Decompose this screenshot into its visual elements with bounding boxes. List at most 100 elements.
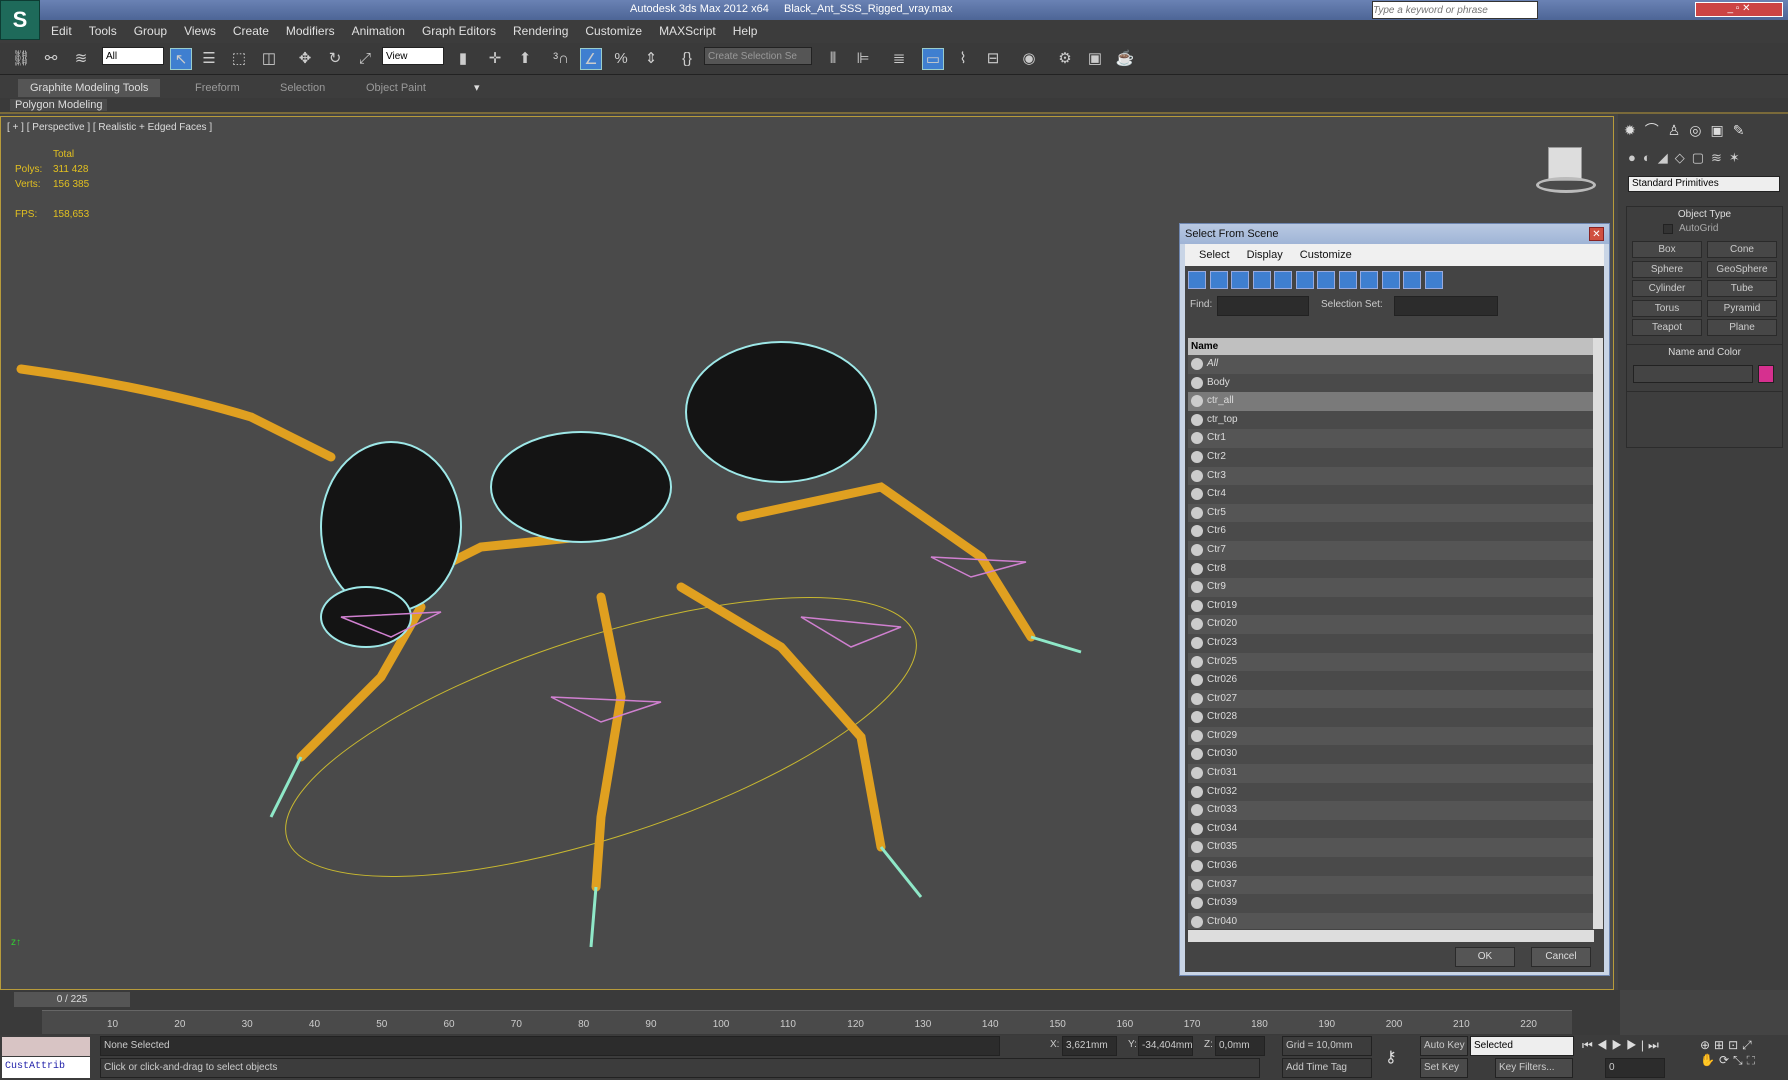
type-filter-icon[interactable] xyxy=(1252,271,1271,289)
create-cylinder-button[interactable]: Cylinder xyxy=(1632,280,1702,297)
x-coordinate[interactable]: 3,621mm xyxy=(1062,1036,1117,1056)
list-item[interactable]: ctr_top xyxy=(1188,410,1594,430)
tab-selection[interactable]: Selection xyxy=(268,79,337,97)
vertical-scrollbar[interactable] xyxy=(1593,338,1603,929)
tab-object-paint[interactable]: Object Paint xyxy=(354,79,438,97)
menu-graph-editors[interactable]: Graph Editors xyxy=(422,20,496,43)
tab-graphite-modeling-tools[interactable]: Graphite Modeling Tools xyxy=(18,79,161,97)
rendered-frame-icon[interactable]: ▣ xyxy=(1084,48,1106,70)
time-slider[interactable]: 0 / 225 xyxy=(14,992,130,1007)
playback-controls[interactable]: ⏮◀▶▶|⏭ xyxy=(1582,1038,1663,1053)
auto-key-button[interactable]: Auto Key xyxy=(1420,1036,1468,1056)
type-filter-icon[interactable] xyxy=(1231,271,1249,289)
list-item[interactable]: Ctr035 xyxy=(1188,838,1594,857)
set-key-button[interactable]: Set Key xyxy=(1420,1058,1468,1078)
list-item[interactable]: Ctr027 xyxy=(1188,690,1594,709)
type-filter-icon[interactable] xyxy=(1338,271,1357,289)
key-icon[interactable]: ⚷ xyxy=(1385,1047,1397,1067)
create-geosphere-button[interactable]: GeoSphere xyxy=(1707,260,1777,278)
list-item[interactable]: Ctr039 xyxy=(1188,894,1594,913)
z-coordinate[interactable]: 0,0mm xyxy=(1215,1036,1265,1056)
list-item[interactable]: Body xyxy=(1188,373,1594,393)
select-by-name-icon[interactable]: ☰ xyxy=(198,48,220,70)
maxscript-listener[interactable] xyxy=(2,1037,90,1056)
menu-customize[interactable]: Customize xyxy=(585,20,642,43)
reference-coordinate-dropdown[interactable]: View xyxy=(382,47,444,65)
schematic-view-icon[interactable]: ⊟ xyxy=(982,48,1004,70)
type-filter-icon[interactable] xyxy=(1317,271,1335,289)
selection-set-dropdown[interactable] xyxy=(1394,296,1498,316)
list-item[interactable]: Ctr6 xyxy=(1188,522,1594,541)
graphite-toggle-icon[interactable]: ▭ xyxy=(922,48,944,70)
list-item[interactable]: Ctr033 xyxy=(1188,801,1594,820)
menu-group[interactable]: Group xyxy=(134,20,167,43)
list-item[interactable]: Ctr2 xyxy=(1188,447,1594,467)
list-item[interactable]: Ctr026 xyxy=(1188,671,1594,690)
spinner-snap-icon[interactable]: ⇕ xyxy=(640,48,662,70)
list-item[interactable]: Ctr020 xyxy=(1188,615,1594,634)
angle-snap-icon[interactable]: ∠ xyxy=(580,48,602,70)
maxscript-input[interactable]: CustAttrib xyxy=(2,1057,90,1078)
list-item[interactable]: All xyxy=(1188,355,1594,374)
percent-snap-icon[interactable]: % xyxy=(610,48,632,70)
list-item[interactable]: Ctr3 xyxy=(1188,467,1594,486)
type-filter-icon[interactable] xyxy=(1295,271,1314,289)
list-item[interactable]: Ctr037 xyxy=(1188,876,1594,895)
list-item[interactable]: Ctr019 xyxy=(1188,596,1594,616)
list-item[interactable]: Ctr032 xyxy=(1188,782,1594,802)
primitive-category-dropdown[interactable]: Standard Primitives xyxy=(1628,176,1780,192)
type-filter-icon[interactable] xyxy=(1360,271,1378,289)
window-crossing-icon[interactable]: ◫ xyxy=(258,48,280,70)
menu-tools[interactable]: Tools xyxy=(89,20,117,43)
create-box-button[interactable]: Box xyxy=(1632,241,1702,258)
list-item[interactable]: Ctr029 xyxy=(1188,727,1594,746)
pivot-icon[interactable]: ▮ xyxy=(452,48,474,70)
object-name-input[interactable] xyxy=(1633,365,1753,383)
select-object-icon[interactable]: ↖ xyxy=(170,48,192,70)
type-filter-icon[interactable] xyxy=(1403,271,1421,289)
render-setup-icon[interactable]: ⚙ xyxy=(1054,48,1076,70)
selection-filter-dropdown[interactable]: All xyxy=(102,47,164,65)
viewport-navigation-controls[interactable]: ⊕⊞⊡⤢ ✋⟳⤡⛶ xyxy=(1700,1038,1759,1068)
link-icon[interactable]: ⛓ xyxy=(10,48,32,70)
curve-editor-icon[interactable]: ⌇ xyxy=(952,48,974,70)
list-item[interactable]: Ctr034 xyxy=(1188,819,1594,839)
list-item[interactable]: Ctr4 xyxy=(1188,485,1594,504)
menu-rendering[interactable]: Rendering xyxy=(513,20,568,43)
menu-help[interactable]: Help xyxy=(733,20,758,43)
add-time-tag[interactable]: Add Time Tag xyxy=(1282,1058,1372,1078)
type-filter-icon[interactable] xyxy=(1188,271,1206,289)
cancel-button[interactable]: Cancel xyxy=(1531,947,1591,967)
menu-maxscript[interactable]: MAXScript xyxy=(659,20,716,43)
type-filter-icon[interactable] xyxy=(1424,271,1443,289)
polygon-modeling-label[interactable]: Polygon Modeling xyxy=(10,99,108,111)
find-input[interactable] xyxy=(1217,296,1309,316)
current-frame-field[interactable]: 0 xyxy=(1605,1058,1665,1078)
menu-edit[interactable]: Edit xyxy=(51,20,72,43)
list-item[interactable]: Ctr7 xyxy=(1188,541,1594,560)
ribbon-options-icon[interactable]: ▾ xyxy=(462,79,492,97)
list-item[interactable]: Ctr9 xyxy=(1188,578,1594,597)
move-icon[interactable]: ✥ xyxy=(294,48,316,70)
list-item[interactable]: ctr_all xyxy=(1188,392,1594,411)
create-sphere-button[interactable]: Sphere xyxy=(1632,260,1702,278)
list-item[interactable]: Ctr036 xyxy=(1188,857,1594,876)
create-pyramid-button[interactable]: Pyramid xyxy=(1707,299,1777,317)
select-manipulate-icon[interactable]: ✛ xyxy=(484,48,506,70)
list-item[interactable]: Ctr1 xyxy=(1188,429,1594,448)
type-filter-icon[interactable] xyxy=(1381,271,1400,289)
menu-create[interactable]: Create xyxy=(233,20,269,43)
named-selection-dropdown[interactable]: Create Selection Se xyxy=(704,47,812,65)
key-filters-button[interactable]: Key Filters... xyxy=(1495,1058,1573,1078)
rotate-icon[interactable]: ↻ xyxy=(324,48,346,70)
type-filter-icon[interactable] xyxy=(1274,271,1292,289)
ok-button[interactable]: OK xyxy=(1455,947,1515,967)
search-input[interactable] xyxy=(1372,1,1538,19)
layer-manager-icon[interactable]: ≣ xyxy=(888,48,910,70)
tab-freeform[interactable]: Freeform xyxy=(183,79,252,97)
create-torus-button[interactable]: Torus xyxy=(1632,299,1702,317)
y-coordinate[interactable]: -34,404mm xyxy=(1138,1036,1193,1056)
horizontal-scrollbar[interactable] xyxy=(1188,930,1594,942)
rect-selection-icon[interactable]: ⬚ xyxy=(228,48,250,70)
list-item[interactable]: Ctr023 xyxy=(1188,633,1594,653)
